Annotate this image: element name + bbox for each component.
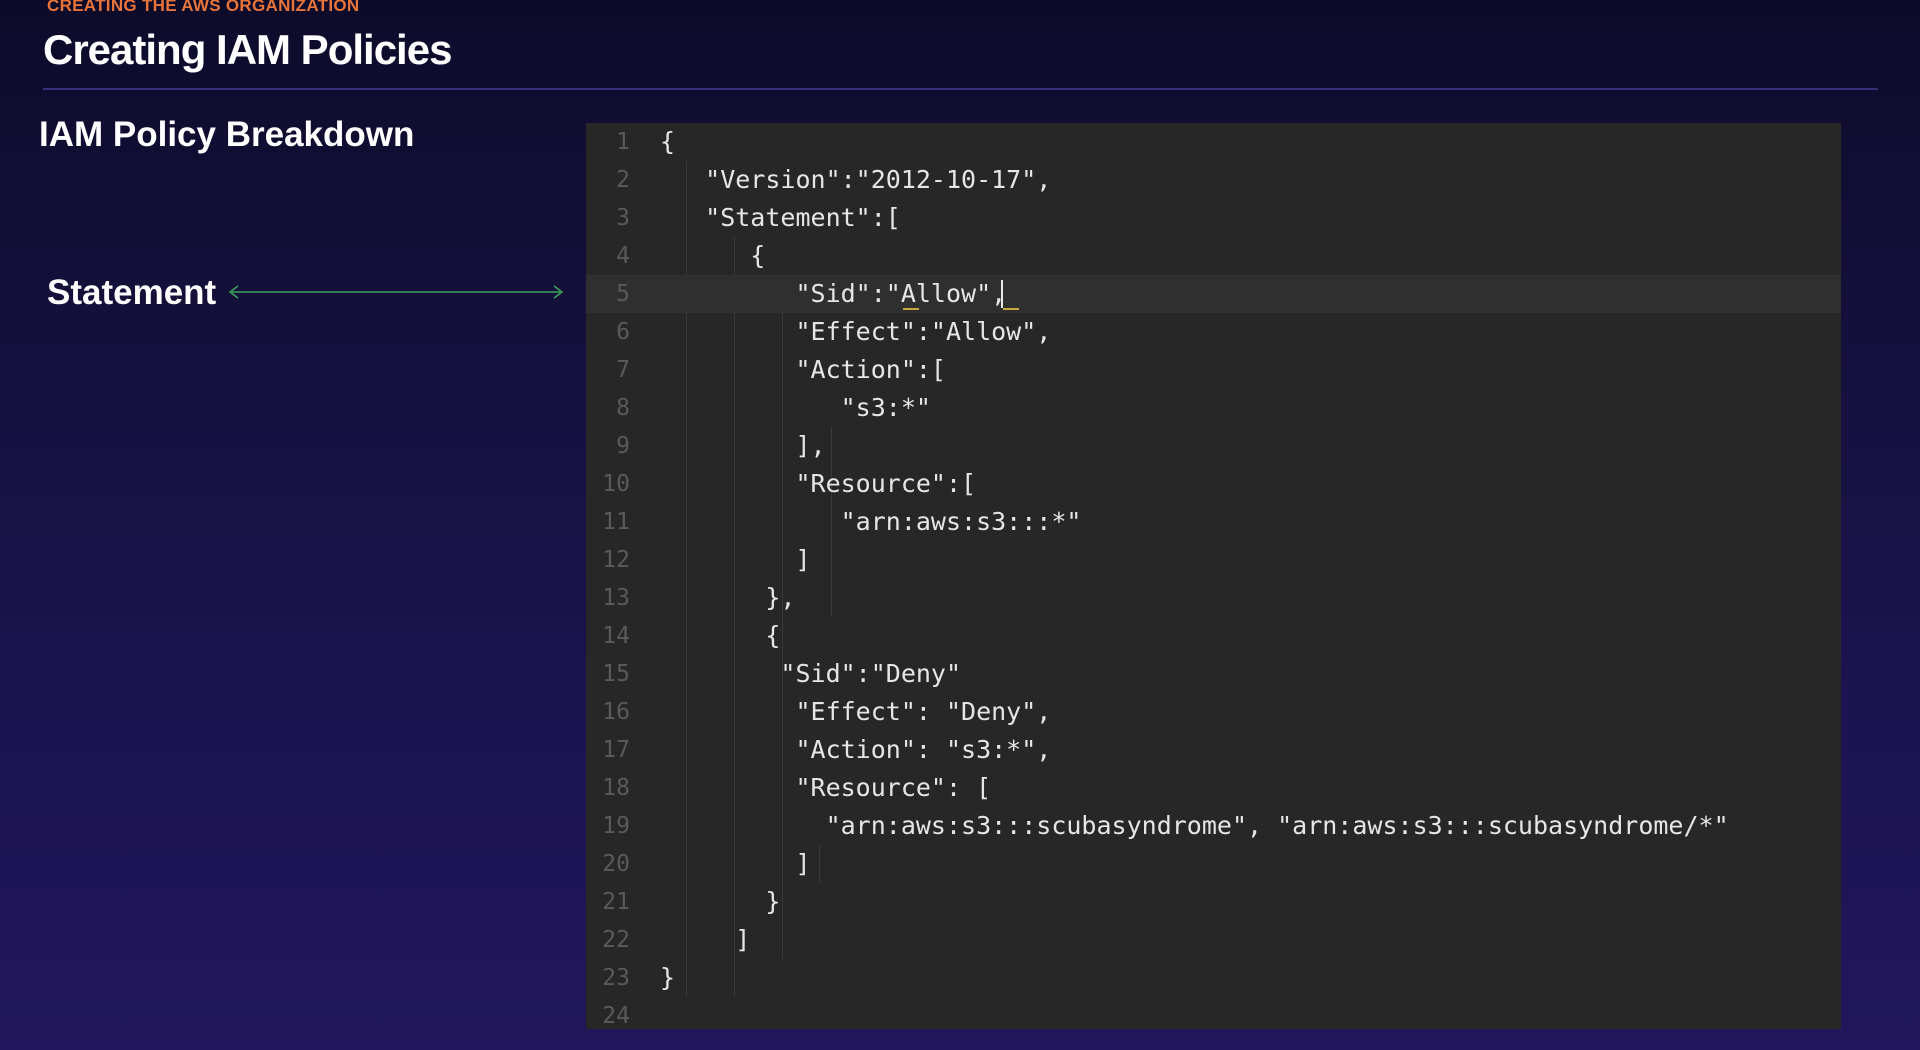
code-text: "Sid":"Allow", — [660, 279, 1007, 308]
code-text: ], — [660, 431, 826, 460]
code-line[interactable]: 15 "Sid":"Deny" — [586, 655, 1841, 693]
code-text: "Effect":"Allow", — [660, 317, 1052, 346]
code-line[interactable]: 21 } — [586, 883, 1841, 921]
code-text: "arn:aws:s3:::scubasyndrome", "arn:aws:s… — [660, 811, 1729, 840]
line-number: 3 — [616, 205, 630, 231]
code-line[interactable]: 5 "Sid":"Allow", — [586, 275, 1841, 313]
line-number: 9 — [616, 433, 630, 459]
code-line[interactable]: 20 ] — [586, 845, 1841, 883]
line-number: 23 — [602, 965, 630, 991]
code-text: } — [660, 963, 676, 992]
code-line[interactable]: 7 "Action":[ — [586, 351, 1841, 389]
slide-subtitle: IAM Policy Breakdown — [39, 115, 415, 154]
code-line[interactable]: 1{ — [586, 123, 1841, 161]
line-number: 13 — [602, 585, 630, 611]
section-label: CREATING THE AWS ORGANIZATION — [47, 0, 360, 15]
code-line[interactable]: 11 "arn:aws:s3:::*" — [586, 503, 1841, 541]
code-line[interactable]: 3 "Statement":[ — [586, 199, 1841, 237]
line-number: 8 — [616, 395, 630, 421]
code-line[interactable]: 23} — [586, 959, 1841, 997]
line-number: 14 — [602, 623, 630, 649]
line-number: 20 — [602, 851, 630, 877]
code-line[interactable]: 17 "Action": "s3:*", — [586, 731, 1841, 769]
title-divider — [43, 88, 1878, 90]
line-number: 22 — [602, 927, 630, 953]
line-number: 17 — [602, 737, 630, 763]
code-line[interactable]: 4 { — [586, 237, 1841, 275]
code-text: "Version":"2012-10-17", — [660, 165, 1052, 194]
code-line[interactable]: 18 "Resource": [ — [586, 769, 1841, 807]
line-number: 2 — [616, 167, 630, 193]
code-line[interactable]: 2 "Version":"2012-10-17", — [586, 161, 1841, 199]
code-text: "Action":[ — [660, 355, 946, 384]
callout-arrow-icon — [228, 285, 564, 299]
code-line[interactable]: 12 ] — [586, 541, 1841, 579]
code-text: "s3:*" — [660, 393, 931, 422]
code-line[interactable]: 16 "Effect": "Deny", — [586, 693, 1841, 731]
line-number: 10 — [602, 471, 630, 497]
text-cursor — [1001, 280, 1003, 308]
code-text: { — [660, 241, 766, 270]
code-line[interactable]: 8 "s3:*" — [586, 389, 1841, 427]
bracket-match-open — [903, 308, 919, 310]
code-text: "Effect": "Deny", — [660, 697, 1052, 726]
line-number: 1 — [616, 129, 630, 155]
code-text: ] — [660, 545, 811, 574]
line-number: 4 — [616, 243, 630, 269]
line-number: 5 — [616, 281, 630, 307]
line-number: 6 — [616, 319, 630, 345]
line-number: 19 — [602, 813, 630, 839]
code-line[interactable]: 10 "Resource":[ — [586, 465, 1841, 503]
code-text: "Resource": [ — [660, 773, 992, 802]
line-number: 18 — [602, 775, 630, 801]
bracket-match-close — [1003, 308, 1019, 310]
line-number: 24 — [602, 1003, 630, 1029]
code-text: "arn:aws:s3:::*" — [660, 507, 1082, 536]
page-title: Creating IAM Policies — [43, 26, 452, 73]
code-line[interactable]: 13 }, — [586, 579, 1841, 617]
code-text: "Action": "s3:*", — [660, 735, 1052, 764]
line-number: 12 — [602, 547, 630, 573]
code-line[interactable]: 24 — [586, 997, 1841, 1029]
code-line[interactable]: 19 "arn:aws:s3:::scubasyndrome", "arn:aw… — [586, 807, 1841, 845]
code-editor[interactable]: ❞ 1{2 "Version":"2012-10-17",3 "Statemen… — [586, 123, 1841, 1029]
line-number: 21 — [602, 889, 630, 915]
code-text: "Statement":[ — [660, 203, 901, 232]
code-line[interactable]: 6 "Effect":"Allow", — [586, 313, 1841, 351]
line-number: 16 — [602, 699, 630, 725]
code-text: { — [660, 127, 676, 156]
code-text: }, — [660, 583, 796, 612]
code-line[interactable]: 22 ] — [586, 921, 1841, 959]
code-text: } — [660, 887, 781, 916]
line-number: 11 — [602, 509, 630, 535]
code-text: ] — [660, 925, 751, 954]
code-text: "Resource":[ — [660, 469, 977, 498]
line-number: 7 — [616, 357, 630, 383]
code-text: ] — [660, 849, 811, 878]
code-text: "Sid":"Deny" — [660, 659, 962, 688]
callout-label: Statement — [47, 273, 217, 312]
code-line[interactable]: 14 { — [586, 617, 1841, 655]
code-text: { — [660, 621, 781, 650]
code-line[interactable]: 9 ], — [586, 427, 1841, 465]
line-number: 15 — [602, 661, 630, 687]
